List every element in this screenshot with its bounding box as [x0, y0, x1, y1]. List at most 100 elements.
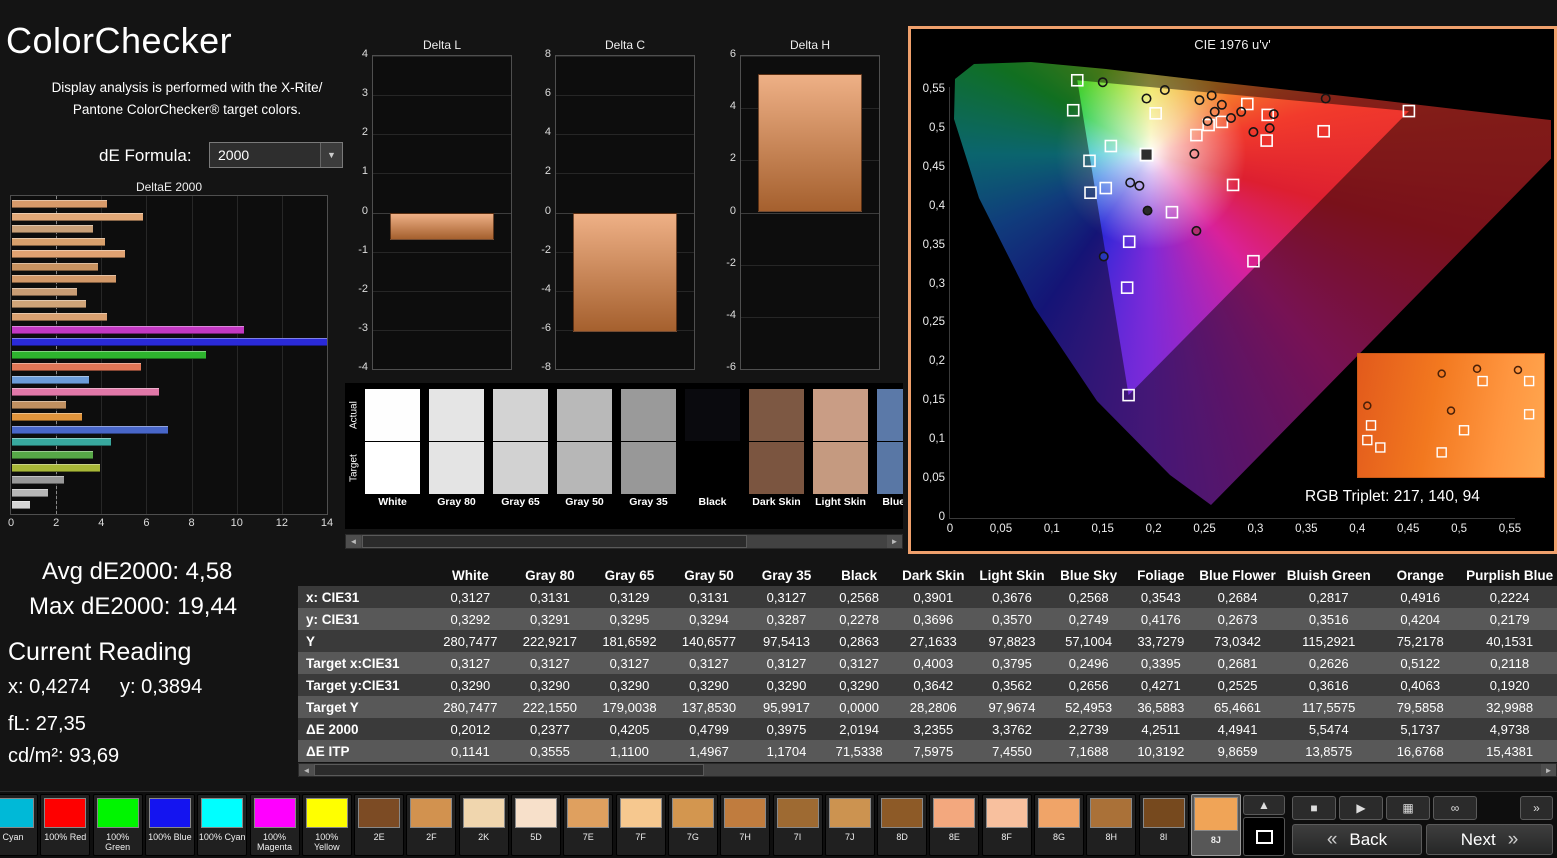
table-scrollbar-thumb[interactable] — [314, 764, 704, 776]
loop-button[interactable]: ∞ — [1433, 796, 1477, 820]
table-cell: 0,3127 — [689, 655, 729, 671]
row-label: Y — [306, 633, 316, 649]
patch-color-chip — [358, 798, 401, 828]
actual-swatch — [429, 389, 484, 441]
y-tick-label: 3 — [361, 87, 368, 100]
table-cell: 0,2626 — [1308, 655, 1349, 671]
column-header: Black — [841, 567, 878, 583]
cie-x-tick-label: 0,1 — [1043, 523, 1060, 535]
table-cell: 2,0194 — [839, 721, 879, 737]
gridline — [373, 134, 511, 136]
pattern-window-button[interactable] — [1243, 817, 1285, 856]
cie-zoom-inset — [1357, 353, 1545, 478]
patch-100-magenta[interactable]: 100% Magenta — [249, 794, 300, 856]
column-header: Blue Flower — [1199, 567, 1276, 583]
patch-7i[interactable]: 7I — [772, 794, 823, 856]
table-cell: 1,4967 — [689, 743, 729, 759]
table-cell: 0,3290 — [689, 677, 729, 693]
patch-8d[interactable]: 8D — [877, 794, 928, 856]
table-cell: 0,3129 — [609, 589, 650, 605]
patch-8h[interactable]: 8H — [1086, 794, 1137, 856]
gridline — [741, 369, 879, 370]
x-tick-label: 12 — [275, 517, 288, 529]
table-cell: 15,4381 — [1486, 743, 1534, 759]
scrollbar-thumb[interactable] — [362, 535, 747, 548]
delta-e-bar — [12, 501, 31, 510]
de-formula-select[interactable]: 2000 ▼ — [209, 142, 343, 168]
target-swatch — [365, 442, 420, 494]
x-tick-label: 0 — [7, 517, 15, 529]
patch-7g[interactable]: 7G — [667, 794, 718, 856]
delta-c-plot-area — [555, 55, 695, 370]
gridline — [373, 173, 511, 175]
rgb-triplet-label: RGB Triplet: 217, 140, 94 — [1305, 488, 1480, 505]
target-marker — [1226, 178, 1240, 192]
scroll-right-arrow[interactable]: ► — [887, 535, 902, 548]
delta-e-bar — [12, 476, 64, 485]
patch-cyan[interactable]: Cyan — [0, 794, 38, 856]
patch-7h[interactable]: 7H — [720, 794, 771, 856]
patch-8e[interactable]: 8E — [929, 794, 980, 856]
chevron-right-icon: » — [1507, 828, 1519, 850]
column-header: Gray 80 — [525, 567, 575, 583]
swatch-label: Blue Sky — [882, 496, 903, 508]
actual-swatch — [685, 389, 740, 441]
actual-marker — [1202, 116, 1213, 127]
cie-y-tick-label: 0,15 — [922, 394, 945, 407]
y-tick-label: -4 — [541, 282, 551, 295]
target-marker — [1165, 205, 1179, 219]
row-label: ΔE 2000 — [306, 721, 359, 737]
swatch-column: Light Skin — [813, 383, 868, 529]
description-line1: Display analysis is performed with the X… — [51, 80, 323, 95]
back-button-label: Back — [1349, 829, 1388, 849]
patch-100-green[interactable]: 100% Green — [92, 794, 143, 856]
patch-2e[interactable]: 2E — [354, 794, 405, 856]
swatch-scrollbar[interactable]: ◄ ► — [345, 534, 903, 549]
patch-100-red[interactable]: 100% Red — [40, 794, 91, 856]
actual-marker — [1216, 99, 1227, 110]
patch-options-button[interactable]: ▲ — [1243, 795, 1285, 815]
cie-y-tick-label: 0,25 — [922, 316, 945, 329]
patch-100-cyan[interactable]: 100% Cyan — [197, 794, 248, 856]
gridline — [236, 196, 238, 514]
next-button-label: Next — [1460, 829, 1496, 849]
patch-2f[interactable]: 2F — [406, 794, 457, 856]
pattern-button[interactable]: ▦ — [1386, 796, 1430, 820]
patch-8g[interactable]: 8G — [1034, 794, 1084, 856]
patch-8f[interactable]: 8F — [981, 794, 1032, 856]
actual-swatch — [365, 389, 420, 441]
patch-scroll-right-button[interactable]: » — [1520, 796, 1553, 820]
table-scroll-right-arrow[interactable]: ► — [1541, 764, 1556, 776]
patch-7f[interactable]: 7F — [615, 794, 666, 856]
table-cell: 16,6768 — [1396, 743, 1444, 759]
target-swatch — [493, 442, 548, 494]
actual-marker — [1189, 148, 1200, 159]
patch-label: 8J — [1210, 835, 1221, 845]
patch-8j[interactable]: 8J — [1190, 794, 1241, 856]
row-label: y: CIE31 — [306, 611, 360, 627]
table-cell: 0,2496 — [1068, 655, 1109, 671]
scroll-left-arrow[interactable]: ◄ — [346, 535, 361, 548]
table-row: Target Y 280,7477 222,1550 179,0038 137,8530… — [298, 696, 1557, 718]
table-cell: 0,2681 — [1217, 655, 1258, 671]
patch-100-blue[interactable]: 100% Blue — [144, 794, 195, 856]
next-button[interactable]: Next » — [1426, 824, 1553, 855]
swatch-column: Gray 35 — [621, 383, 676, 529]
patch-7e[interactable]: 7E — [563, 794, 614, 856]
y-tick-label: 0 — [544, 204, 551, 217]
patch-8i[interactable]: 8I — [1138, 794, 1189, 856]
table-cell: 0,3290 — [839, 677, 879, 693]
patch-100-yellow[interactable]: 100% Yellow — [301, 794, 352, 856]
play-button[interactable]: ▶ — [1339, 796, 1383, 820]
patch-7j[interactable]: 7J — [824, 794, 875, 856]
chevron-down-icon: ▼ — [320, 143, 342, 167]
y-tick-label: -1 — [358, 243, 368, 256]
stop-button[interactable]: ■ — [1292, 796, 1336, 820]
patch-5d[interactable]: 5D — [511, 794, 561, 856]
table-scroll-left-arrow[interactable]: ◄ — [299, 764, 314, 776]
table-scrollbar[interactable]: ◄ ► — [298, 763, 1557, 777]
delta_h-bar — [758, 74, 862, 213]
y-tick-label: 0 — [729, 204, 736, 217]
back-button[interactable]: « Back — [1292, 824, 1422, 855]
patch-2k[interactable]: 2K — [458, 794, 509, 856]
